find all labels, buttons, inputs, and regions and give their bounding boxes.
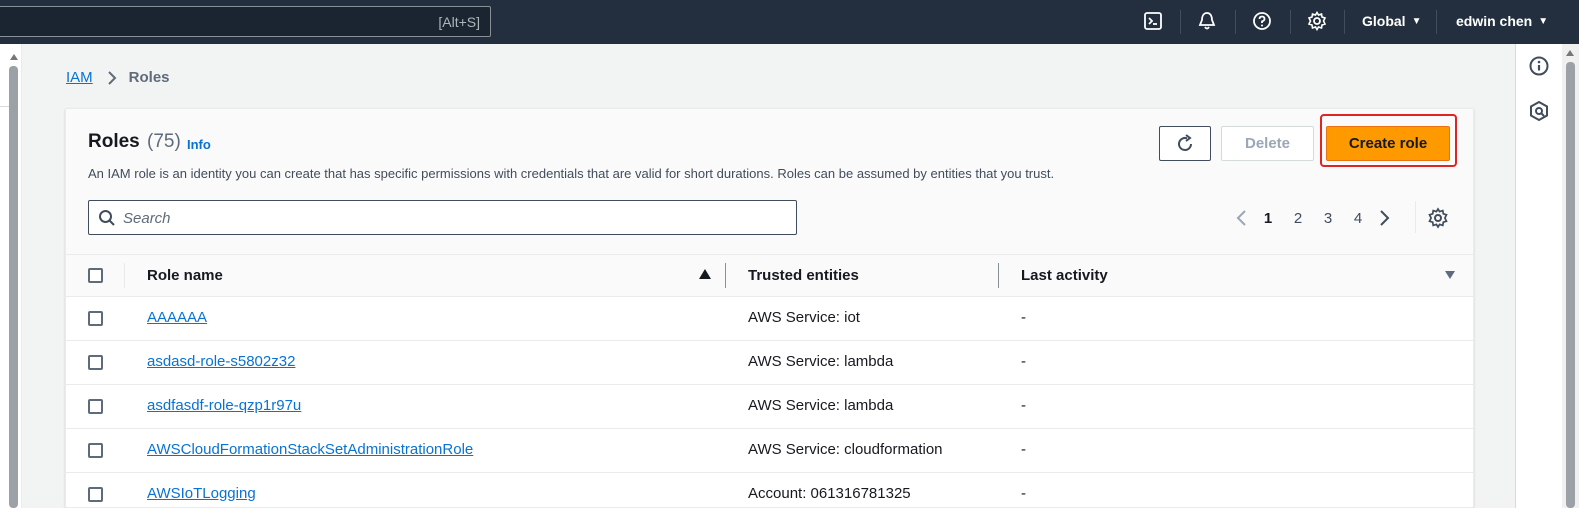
roles-count: (75)	[147, 131, 181, 152]
trusted-entities-cell: AWS Service: iot	[748, 309, 860, 326]
table-row: asdasd-role-s5802z32 AWS Service: lambda…	[66, 341, 1473, 385]
divider	[0, 106, 9, 107]
pagination-divider	[1415, 201, 1416, 233]
pagination: 1 2 3 4	[1231, 206, 1395, 230]
page-3-button[interactable]: 3	[1313, 210, 1343, 227]
role-name-link[interactable]: asdasd-role-s5802z32	[147, 353, 295, 370]
row-checkbox[interactable]	[88, 355, 103, 370]
page-title: Roles (75)	[88, 131, 181, 153]
region-label: Global	[1362, 13, 1406, 29]
page-1-button[interactable]: 1	[1253, 210, 1283, 227]
row-checkbox[interactable]	[88, 443, 103, 458]
title-text: Roles	[88, 131, 140, 152]
column-header-last-activity[interactable]: Last activity	[1021, 267, 1108, 284]
roles-search-field[interactable]	[88, 200, 797, 235]
breadcrumb-current: Roles	[128, 69, 170, 86]
create-role-button[interactable]: Create role	[1326, 126, 1450, 161]
trusted-entities-cell: AWS Service: cloudformation	[748, 441, 943, 458]
role-name-link[interactable]: asdfasdf-role-qzp1r97u	[147, 397, 301, 414]
role-name-link[interactable]: AWSIoTLogging	[147, 485, 256, 502]
next-page-button[interactable]	[1373, 207, 1395, 229]
page-scrollbar[interactable]	[1562, 44, 1579, 508]
page-description: An IAM role is an identity you can creat…	[88, 166, 1055, 181]
trusted-entities-cell: AWS Service: lambda	[748, 353, 894, 370]
info-panel-icon[interactable]	[1528, 55, 1550, 77]
left-scrollbar-thumb[interactable]	[9, 66, 18, 508]
sort-ascending-icon[interactable]	[699, 269, 711, 279]
table-row: asdfasdf-role-qzp1r97u AWS Service: lamb…	[66, 385, 1473, 429]
last-activity-cell: -	[1021, 309, 1026, 326]
refresh-icon	[1178, 133, 1192, 151]
info-link[interactable]: Info	[187, 137, 211, 152]
column-resizer[interactable]	[725, 263, 726, 288]
row-checkbox[interactable]	[88, 399, 103, 414]
global-search-input[interactable]: [Alt+S]	[0, 6, 491, 37]
caret-down-icon: ▼	[1411, 15, 1422, 27]
search-shortcut-hint: [Alt+S]	[438, 14, 480, 30]
topbar-divider	[1436, 10, 1437, 34]
notifications-icon[interactable]	[1195, 9, 1219, 33]
topbar-divider	[1344, 10, 1345, 34]
delete-button[interactable]: Delete	[1221, 126, 1314, 161]
topbar-divider	[1235, 10, 1236, 34]
last-activity-cell: -	[1021, 397, 1026, 414]
user-menu[interactable]: edwin chen ▼	[1456, 13, 1548, 29]
breadcrumb: IAM Roles	[66, 69, 170, 86]
cloudshell-icon[interactable]	[1141, 9, 1165, 33]
table-row: AWSCloudFormationStackSetAdministrationR…	[66, 429, 1473, 473]
topbar-divider	[1290, 10, 1291, 34]
refresh-button[interactable]	[1159, 126, 1211, 161]
sort-descending-icon[interactable]	[1445, 271, 1455, 279]
roles-table-container: Roles (75) Info An IAM role is an identi…	[65, 108, 1474, 508]
row-checkbox[interactable]	[88, 487, 103, 502]
top-navigation-bar: [Alt+S] Global ▼ edwin chen ▼	[0, 0, 1579, 44]
last-activity-cell: -	[1021, 485, 1026, 502]
last-activity-cell: -	[1021, 441, 1026, 458]
user-name: edwin chen	[1456, 13, 1533, 29]
column-resizer[interactable]	[998, 263, 999, 288]
table-row: AAAAAA AWS Service: iot -	[66, 297, 1473, 341]
chevron-right-icon	[1380, 210, 1390, 226]
chevron-left-icon	[1236, 210, 1246, 226]
region-selector[interactable]: Global ▼	[1362, 13, 1421, 29]
trusted-entities-cell: AWS Service: lambda	[748, 397, 894, 414]
column-divider	[124, 263, 125, 288]
search-input[interactable]	[123, 207, 783, 229]
topbar-divider	[1180, 10, 1181, 34]
scroll-up-arrow[interactable]	[1566, 50, 1574, 56]
caret-down-icon: ▼	[1538, 15, 1549, 27]
search-icon	[99, 210, 115, 226]
role-name-link[interactable]: AWSCloudFormationStackSetAdministrationR…	[147, 441, 473, 458]
scroll-up-arrow[interactable]	[10, 54, 18, 60]
amazon-q-icon[interactable]	[1528, 100, 1550, 122]
table-header-row: Role name Trusted entities Last activity	[66, 254, 1473, 297]
row-checkbox[interactable]	[88, 311, 103, 326]
column-header-trusted-entities[interactable]: Trusted entities	[748, 267, 859, 284]
table-header-area: Roles (75) Info An IAM role is an identi…	[66, 109, 1473, 254]
right-utility-panel	[1515, 44, 1562, 508]
help-icon[interactable]	[1250, 9, 1274, 33]
role-name-link[interactable]: AAAAAA	[147, 309, 207, 326]
last-activity-cell: -	[1021, 353, 1026, 370]
settings-icon[interactable]	[1305, 9, 1329, 33]
page-4-button[interactable]: 4	[1343, 210, 1373, 227]
left-navigation-collapsed	[0, 44, 22, 508]
table-row: AWSIoTLogging Account: 061316781325 -	[66, 473, 1473, 507]
trusted-entities-cell: Account: 061316781325	[748, 485, 911, 502]
table-preferences-icon[interactable]	[1427, 207, 1449, 229]
page-scrollbar-thumb[interactable]	[1566, 62, 1575, 508]
page-2-button[interactable]: 2	[1283, 210, 1313, 227]
breadcrumb-iam-link[interactable]: IAM	[66, 69, 93, 86]
select-all-checkbox[interactable]	[88, 268, 103, 283]
previous-page-button[interactable]	[1231, 207, 1253, 229]
chevron-right-icon	[107, 70, 117, 85]
column-header-role-name[interactable]: Role name	[147, 267, 223, 284]
